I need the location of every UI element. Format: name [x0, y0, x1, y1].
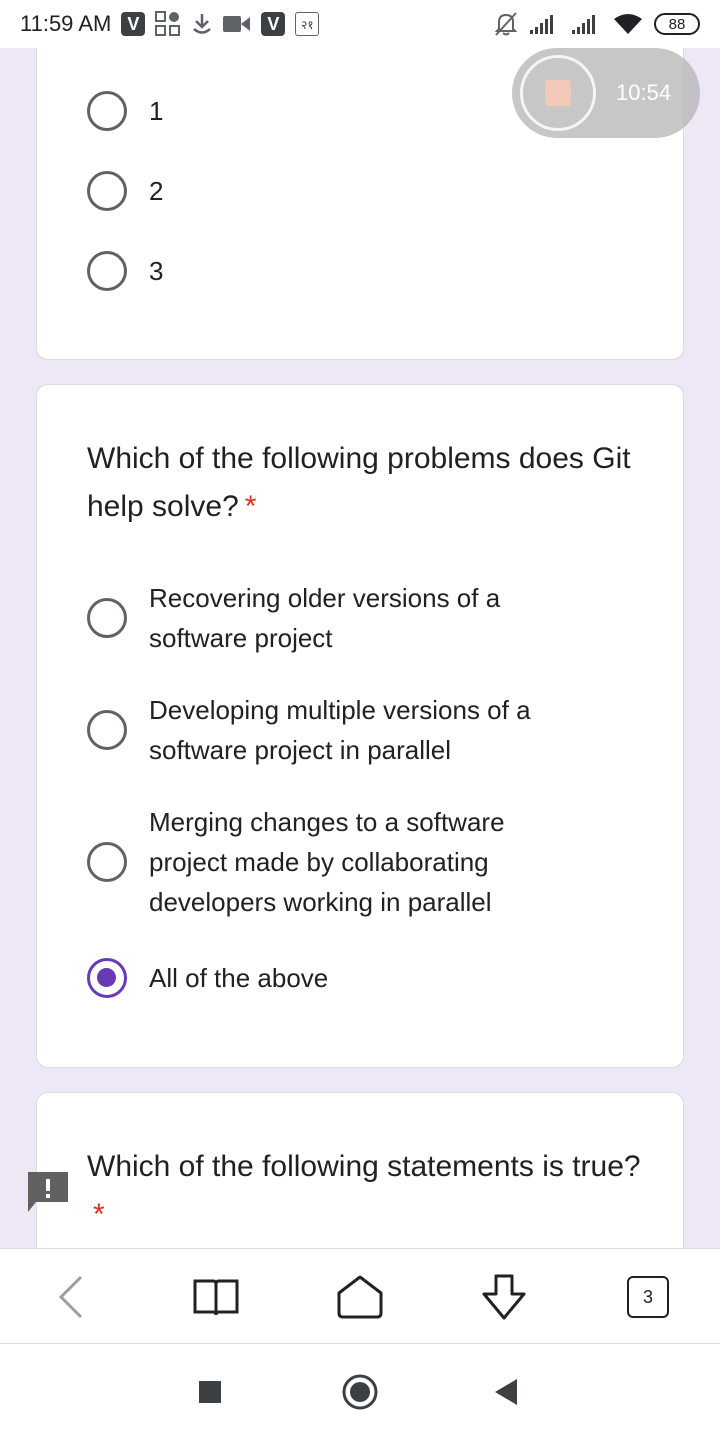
radio-option-merging[interactable]: [87, 842, 127, 882]
video-camera-icon: [223, 14, 251, 34]
screen-recorder-widget[interactable]: 10:54: [512, 48, 700, 138]
mute-bell-icon: [494, 11, 518, 37]
question-text: Which of the following statements is tru…: [87, 1150, 641, 1183]
tab-count: 3: [627, 1276, 669, 1318]
v-app-icon: V: [261, 12, 286, 36]
required-marker: *: [244, 490, 257, 523]
option-label[interactable]: All of the above: [149, 958, 328, 998]
battery-icon: 88: [654, 13, 700, 35]
home-circle-icon[interactable]: [336, 1368, 384, 1416]
question-title: Which of the following problems does Git…: [87, 435, 647, 531]
recording-timer: 10:54: [616, 80, 672, 105]
question-title: Which of the following statements is tru…: [87, 1143, 647, 1239]
download-icon: [191, 12, 213, 36]
system-navigation-bar: [0, 1344, 720, 1440]
question-text: Which of the following problems does Git…: [87, 442, 631, 523]
required-marker: *: [93, 1198, 105, 1231]
option-label[interactable]: Merging changes to a software project ma…: [149, 802, 569, 922]
stop-recording-button[interactable]: [520, 55, 596, 131]
option-label[interactable]: Recovering older versions of a software …: [149, 578, 589, 658]
signal-icon: [572, 13, 602, 35]
option-label[interactable]: 3: [149, 251, 163, 291]
radio-option-all-selected[interactable]: [87, 958, 127, 998]
rupee-icon: २१: [295, 12, 320, 36]
status-time: 11:59 AM: [20, 11, 112, 36]
v-app-icon: V: [121, 12, 146, 36]
radio-option-2[interactable]: [87, 171, 127, 211]
back-icon[interactable]: [48, 1273, 96, 1321]
browser-toolbar: 3: [0, 1248, 720, 1344]
recents-icon[interactable]: [186, 1368, 234, 1416]
radio-option-developing[interactable]: [87, 710, 127, 750]
radio-option-recovering[interactable]: [87, 598, 127, 638]
report-feedback-icon[interactable]: [28, 1172, 68, 1212]
reading-list-icon[interactable]: [192, 1273, 240, 1321]
question-card-git: Which of the following problems does Git…: [36, 384, 684, 1068]
option-label[interactable]: 2: [149, 171, 163, 211]
download-arrow-icon[interactable]: [480, 1273, 528, 1321]
radio-option-3[interactable]: [87, 251, 127, 291]
status-notification-icons: V V २१: [121, 11, 320, 37]
home-icon[interactable]: [336, 1273, 384, 1321]
option-label[interactable]: 1: [149, 91, 163, 131]
status-bar: 11:59 AM V V २१ 88: [0, 0, 720, 48]
apps-grid-icon: [155, 11, 181, 37]
signal-icon: [530, 13, 560, 35]
stop-icon: [545, 80, 571, 106]
option-label[interactable]: Developing multiple versions of a softwa…: [149, 690, 589, 770]
radio-option-1[interactable]: [87, 91, 127, 131]
wifi-icon: [614, 13, 642, 35]
back-triangle-icon[interactable]: [482, 1368, 530, 1416]
tab-switcher-icon[interactable]: 3: [624, 1273, 672, 1321]
status-system-icons: 88: [494, 11, 700, 37]
